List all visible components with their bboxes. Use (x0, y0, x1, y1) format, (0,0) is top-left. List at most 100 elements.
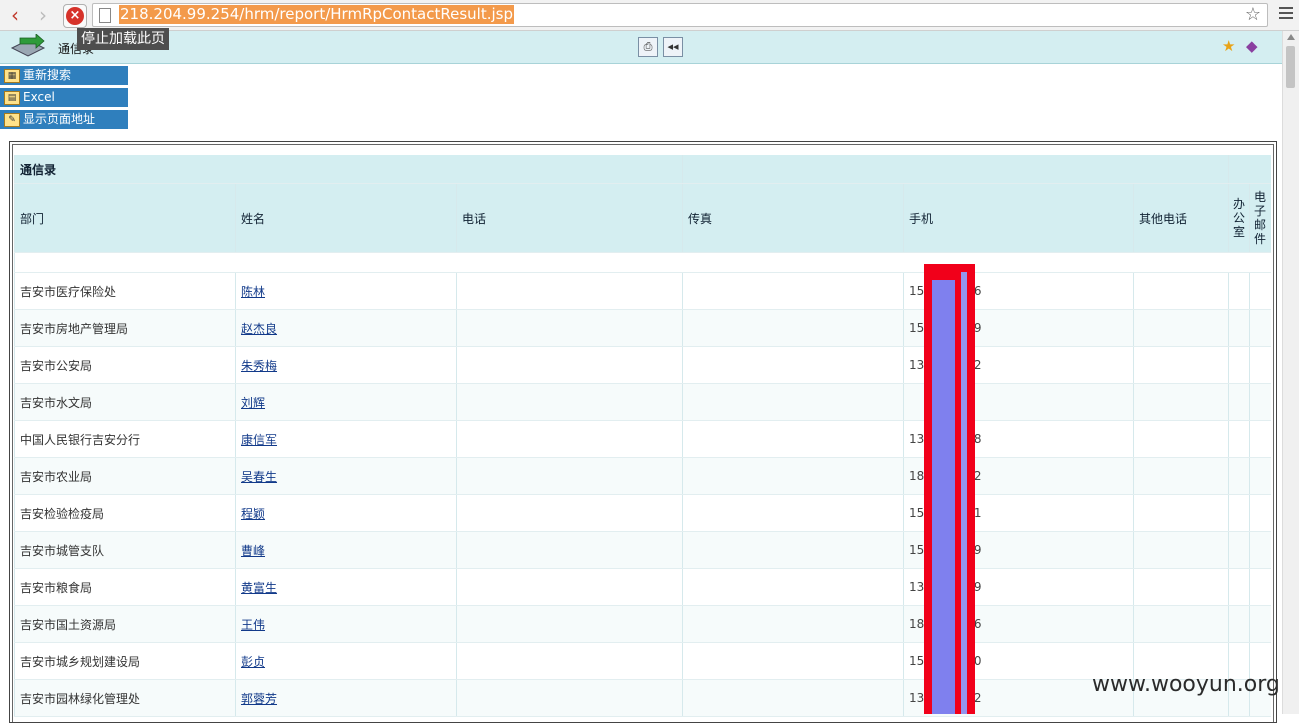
column-header: 办公室 (1228, 183, 1250, 253)
office-cell (1228, 531, 1250, 569)
email-cell (1249, 272, 1271, 310)
column-header: 电话 (455, 183, 683, 253)
search-again-icon: ▦ (4, 69, 20, 83)
phone-cell (455, 494, 683, 532)
table-row: 吉安市水文局 刘辉 (14, 383, 1271, 421)
column-header: 传真 (682, 183, 904, 253)
back-button[interactable]: ‹ (4, 5, 26, 25)
fax-cell (682, 309, 904, 347)
email-cell (1249, 568, 1271, 606)
page-icon (99, 8, 111, 23)
scroll-up-icon[interactable] (1287, 34, 1295, 40)
office-cell (1228, 457, 1250, 495)
stop-tooltip: 停止加载此页 (77, 28, 169, 50)
other-phone-cell (1133, 605, 1229, 643)
show-address-button[interactable]: ✎ 显示页面地址 (0, 110, 128, 129)
table-row: 吉安市医疗保险处陈林15 796 0 96 (14, 272, 1271, 310)
phone-cell (455, 457, 683, 495)
office-cell (1228, 383, 1250, 421)
table-row: 吉安市公安局朱秀梅13 796 9 02 (14, 346, 1271, 384)
office-cell (1228, 346, 1250, 384)
dept-cell: 吉安市城管支队 (14, 531, 236, 569)
name-link[interactable]: 吴春生 (241, 470, 277, 484)
phone-cell (455, 568, 683, 606)
search-again-button[interactable]: ▦ 重新搜索 (0, 66, 128, 85)
email-cell (1249, 383, 1271, 421)
column-header: 姓名 (235, 183, 457, 253)
dept-cell: 吉安检验检疫局 (14, 494, 236, 532)
phone-cell (455, 420, 683, 458)
print-icon[interactable]: ⎙ (638, 37, 658, 57)
office-cell (1228, 605, 1250, 643)
url-text[interactable]: 218.204.99.254/hrm/report/HrmRpContactRe… (119, 5, 514, 24)
name-link[interactable]: 程颖 (241, 507, 265, 521)
table-row: 吉安检验检疫局程颖15 796 9 61 (14, 494, 1271, 532)
address-bar[interactable]: 218.204.99.254/hrm/report/HrmRpContactRe… (92, 3, 1268, 27)
dept-cell: 吉安市园林绿化管理处 (14, 679, 236, 717)
phone-cell (455, 679, 683, 717)
forward-button[interactable]: › (32, 5, 54, 25)
name-link[interactable]: 王伟 (241, 618, 265, 632)
name-link[interactable]: 赵杰良 (241, 322, 277, 336)
rewind-icon[interactable]: ◂◂ (663, 37, 683, 57)
fax-cell (682, 383, 904, 421)
column-header: 其他电话 (1133, 183, 1229, 253)
report-toolbar: 通信录 ⎙ ◂◂ ★ ◆ (0, 31, 1282, 64)
name-link[interactable]: 康信军 (241, 433, 277, 447)
excel-button[interactable]: ▤ Excel (0, 88, 128, 107)
favorite-star-icon[interactable]: ★ (1222, 37, 1235, 55)
office-cell (1228, 272, 1250, 310)
browser-menu-icon[interactable] (1279, 7, 1293, 22)
table-header-row: 部门 姓名 电话 传真 手机 其他电话 办公室 电子邮件 (14, 183, 1271, 253)
fax-cell (682, 605, 904, 643)
fax-cell (682, 420, 904, 458)
browser-toolbar: ‹ › × 218.204.99.254/hrm/report/HrmRpCon… (0, 0, 1299, 31)
dept-cell: 中国人民银行吉安分行 (14, 420, 236, 458)
fax-cell (682, 494, 904, 532)
email-cell (1249, 531, 1271, 569)
action-menu: ▦ 重新搜索 ▤ Excel ✎ 显示页面地址 (0, 66, 128, 132)
phone-cell (455, 383, 683, 421)
name-link[interactable]: 彭贞 (241, 655, 265, 669)
column-header: 手机 (903, 183, 1134, 253)
phone-cell (455, 309, 683, 347)
office-cell (1228, 309, 1250, 347)
search-again-label: 重新搜索 (23, 68, 72, 82)
name-link[interactable]: 刘辉 (241, 396, 265, 410)
dept-cell: 吉安市城乡规划建设局 (14, 642, 236, 680)
office-cell (1228, 568, 1250, 606)
other-phone-cell (1133, 531, 1229, 569)
name-link[interactable]: 黄富生 (241, 581, 277, 595)
scroll-thumb[interactable] (1286, 46, 1295, 88)
stop-loading-button[interactable]: × (63, 4, 87, 28)
email-cell (1249, 494, 1271, 532)
table-row: 吉安市城乡规划建设局彭贞15 796 0 90 (14, 642, 1271, 680)
show-address-label: 显示页面地址 (23, 112, 96, 126)
email-cell (1249, 605, 1271, 643)
other-phone-cell (1133, 568, 1229, 606)
fax-cell (682, 346, 904, 384)
redaction-mask (924, 264, 975, 714)
phone-cell (455, 346, 683, 384)
dept-cell: 吉安市国土资源局 (14, 605, 236, 643)
column-header: 电子邮件 (1249, 183, 1271, 253)
fax-cell (682, 568, 904, 606)
name-link[interactable]: 陈林 (241, 285, 265, 299)
dept-cell: 吉安市房地产管理局 (14, 309, 236, 347)
watermark: www.wooyun.org (1092, 672, 1280, 697)
name-link[interactable]: 朱秀梅 (241, 359, 277, 373)
name-link[interactable]: 郭蓉芳 (241, 692, 277, 706)
table-title-row: 通信录 (13, 155, 1271, 184)
book-icon[interactable]: ◆ (1246, 37, 1258, 55)
other-phone-cell (1133, 494, 1229, 532)
dept-cell: 吉安市粮食局 (14, 568, 236, 606)
bookmark-star-icon[interactable]: ☆ (1245, 4, 1261, 26)
table-title: 通信录 (13, 155, 683, 184)
other-phone-cell (1133, 346, 1229, 384)
show-address-icon: ✎ (4, 113, 20, 127)
page-scrollbar[interactable] (1282, 31, 1299, 714)
dept-cell: 吉安市公安局 (14, 346, 236, 384)
name-link[interactable]: 曹峰 (241, 544, 265, 558)
other-phone-cell (1133, 420, 1229, 458)
other-phone-cell (1133, 272, 1229, 310)
